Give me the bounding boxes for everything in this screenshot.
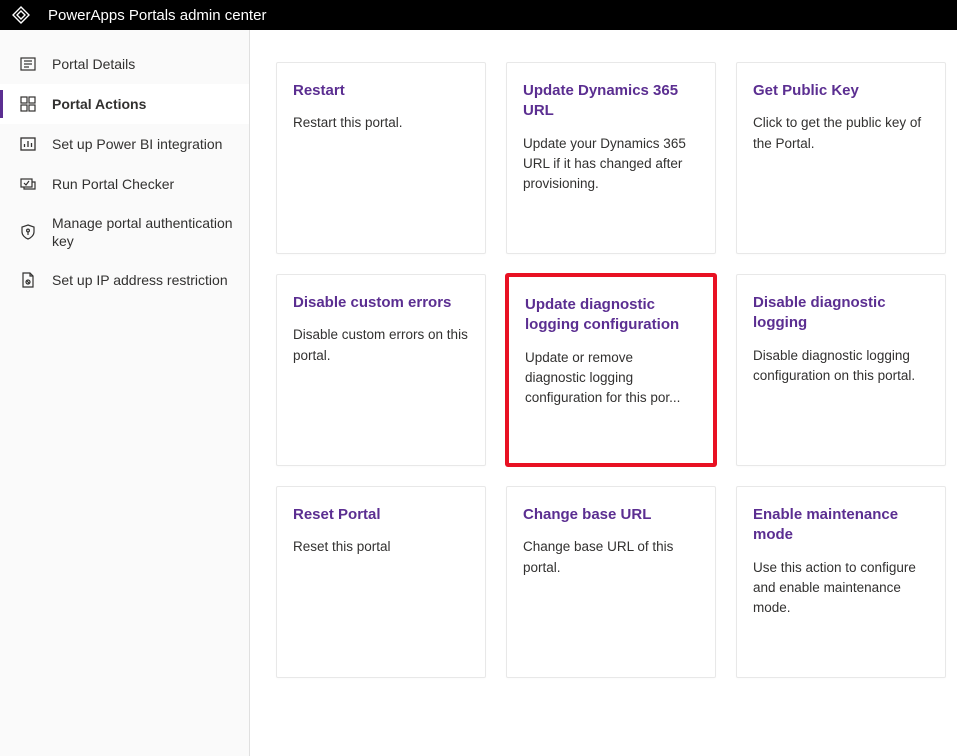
main-content: Restart Restart this portal. Update Dyna… bbox=[250, 30, 957, 756]
card-disable-custom-errors[interactable]: Disable custom errors Disable custom err… bbox=[276, 274, 486, 466]
card-enable-maintenance-mode[interactable]: Enable maintenance mode Use this action … bbox=[736, 486, 946, 678]
card-get-public-key[interactable]: Get Public Key Click to get the public k… bbox=[736, 62, 946, 254]
actions-icon bbox=[18, 94, 38, 114]
card-title: Get Public Key bbox=[753, 81, 929, 101]
card-change-base-url[interactable]: Change base URL Change base URL of this … bbox=[506, 486, 716, 678]
card-desc: Update or remove diagnostic logging conf… bbox=[525, 348, 697, 409]
sidebar-item-label: Set up IP address restriction bbox=[52, 271, 228, 289]
card-disable-diagnostic-logging[interactable]: Disable diagnostic logging Disable diagn… bbox=[736, 274, 946, 466]
card-title: Enable maintenance mode bbox=[753, 505, 929, 546]
card-title: Update Dynamics 365 URL bbox=[523, 81, 699, 122]
card-desc: Use this action to configure and enable … bbox=[753, 558, 929, 619]
card-title: Disable custom errors bbox=[293, 293, 469, 313]
sidebar-item-label: Portal Actions bbox=[52, 95, 146, 113]
sidebar-item-label: Portal Details bbox=[52, 55, 135, 73]
card-desc: Click to get the public key of the Porta… bbox=[753, 113, 929, 154]
sidebar-item-portal-details[interactable]: Portal Details bbox=[0, 44, 249, 84]
sidebar: Portal Details Portal Actions Set up Pow… bbox=[0, 30, 250, 756]
chart-icon bbox=[18, 134, 38, 154]
card-desc: Disable custom errors on this portal. bbox=[293, 325, 469, 366]
card-update-dynamics-url[interactable]: Update Dynamics 365 URL Update your Dyna… bbox=[506, 62, 716, 254]
page-title: PowerApps Portals admin center bbox=[48, 7, 266, 24]
details-icon bbox=[18, 54, 38, 74]
card-desc: Disable diagnostic logging configuration… bbox=[753, 346, 929, 387]
sidebar-item-label: Run Portal Checker bbox=[52, 175, 174, 193]
card-title: Update diagnostic logging configuration bbox=[525, 295, 697, 336]
card-title: Change base URL bbox=[523, 505, 699, 525]
sidebar-item-label: Manage portal authentication key bbox=[52, 214, 235, 250]
checker-icon bbox=[18, 174, 38, 194]
sidebar-item-portal-checker[interactable]: Run Portal Checker bbox=[0, 164, 249, 204]
sidebar-item-power-bi[interactable]: Set up Power BI integration bbox=[0, 124, 249, 164]
sidebar-item-label: Set up Power BI integration bbox=[52, 135, 222, 153]
sidebar-item-portal-actions[interactable]: Portal Actions bbox=[0, 84, 249, 124]
document-lock-icon bbox=[18, 270, 38, 290]
card-restart[interactable]: Restart Restart this portal. bbox=[276, 62, 486, 254]
card-title: Reset Portal bbox=[293, 505, 469, 525]
sidebar-item-auth-key[interactable]: Manage portal authentication key bbox=[0, 204, 249, 260]
app-logo-icon bbox=[12, 6, 30, 24]
card-desc: Reset this portal bbox=[293, 537, 469, 557]
card-reset-portal[interactable]: Reset Portal Reset this portal bbox=[276, 486, 486, 678]
card-desc: Change base URL of this portal. bbox=[523, 537, 699, 578]
shield-icon bbox=[18, 222, 38, 242]
card-update-diagnostic-logging[interactable]: Update diagnostic logging configuration … bbox=[506, 274, 716, 466]
card-title: Restart bbox=[293, 81, 469, 101]
card-desc: Update your Dynamics 365 URL if it has c… bbox=[523, 134, 699, 195]
card-title: Disable diagnostic logging bbox=[753, 293, 929, 334]
sidebar-item-ip-restriction[interactable]: Set up IP address restriction bbox=[0, 260, 249, 300]
card-grid: Restart Restart this portal. Update Dyna… bbox=[276, 62, 931, 678]
card-desc: Restart this portal. bbox=[293, 113, 469, 133]
topbar: PowerApps Portals admin center bbox=[0, 0, 957, 30]
